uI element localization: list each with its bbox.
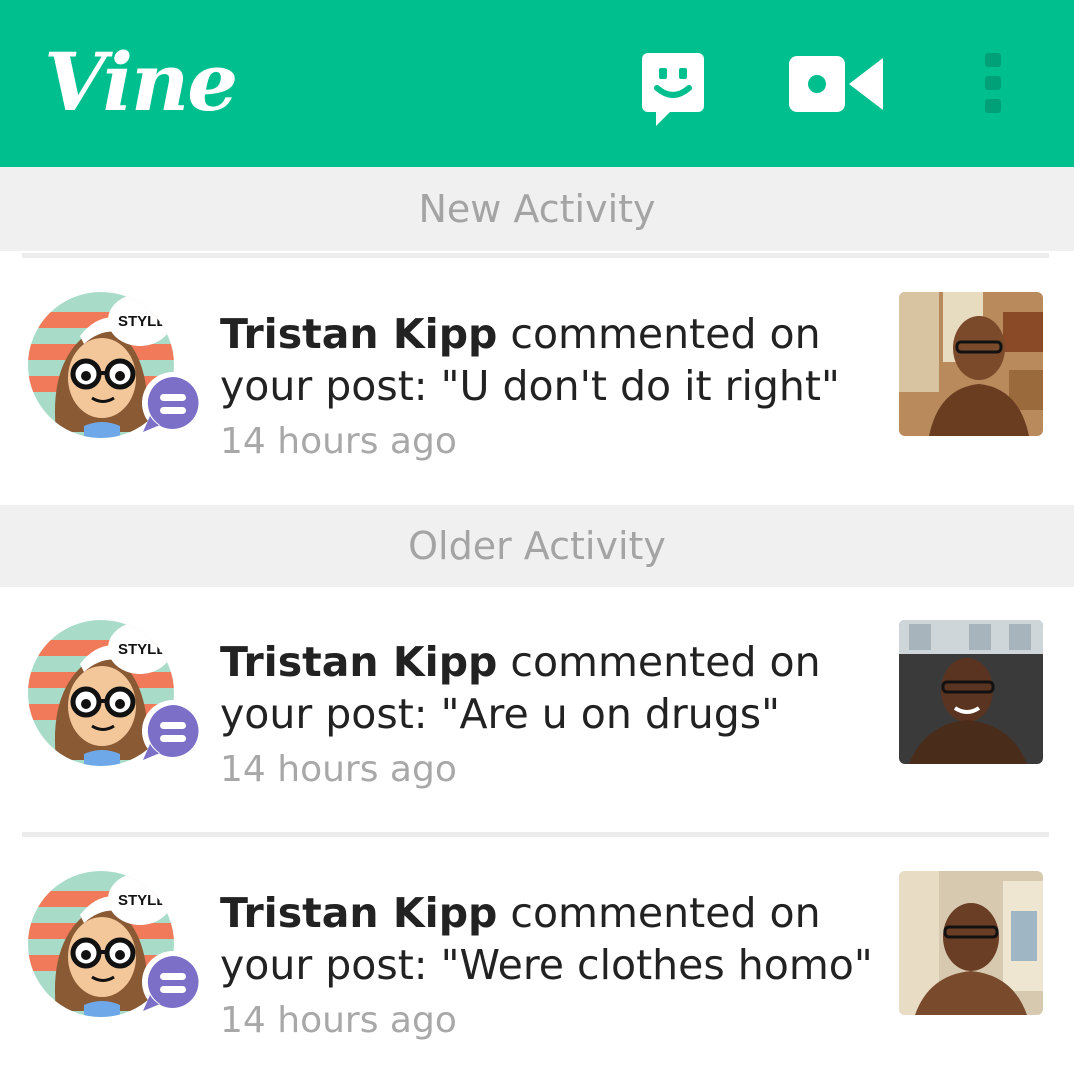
activity-row[interactable]: STYLE Tristan Kipp commented on your pos… [0, 620, 1074, 820]
avatar-caption: STYLE [118, 641, 166, 658]
comment-text: your post: "Are u on drugs" [220, 690, 780, 738]
overflow-menu-button[interactable] [984, 52, 1002, 114]
comment-text: your post: "U don't do it right" [220, 362, 840, 410]
top-app-bar: Vine [0, 0, 1074, 167]
comment-badge-icon [138, 949, 208, 1019]
vine-logo[interactable]: Vine [44, 32, 238, 132]
avatar-caption: STYLE [118, 313, 166, 330]
post-thumbnail[interactable] [899, 292, 1043, 436]
activity-action: commented on [497, 310, 821, 358]
post-thumbnail[interactable] [899, 871, 1043, 1015]
section-header-older: Older Activity [0, 505, 1074, 587]
video-camera-icon [789, 56, 883, 112]
post-thumbnail[interactable] [899, 620, 1043, 764]
overflow-menu-icon [985, 53, 1001, 113]
divider [22, 253, 1049, 258]
comment-text: your post: "Were clothes homo" [220, 941, 873, 989]
activity-action: commented on [497, 638, 821, 686]
timestamp: 14 hours ago [220, 749, 457, 790]
activity-row[interactable]: STYLE Tristan Kipp commented on your pos… [0, 871, 1074, 1071]
activity-row[interactable]: STYLE Tristan Kipp commented on your pos… [0, 292, 1074, 492]
comment-badge-icon [138, 370, 208, 440]
section-header-new: New Activity [0, 167, 1074, 251]
activity-action: commented on [497, 889, 821, 937]
comment-badge-icon [138, 698, 208, 768]
user-name-link[interactable]: Tristan Kipp [220, 310, 497, 358]
timestamp: 14 hours ago [220, 421, 457, 462]
avatar-caption: STYLE [118, 892, 166, 909]
chat-face-button[interactable] [640, 50, 706, 128]
user-name-link[interactable]: Tristan Kipp [220, 638, 497, 686]
timestamp: 14 hours ago [220, 1000, 457, 1041]
chat-face-icon [642, 53, 704, 126]
divider [22, 832, 1049, 837]
user-name-link[interactable]: Tristan Kipp [220, 889, 497, 937]
record-video-button[interactable] [787, 54, 887, 114]
